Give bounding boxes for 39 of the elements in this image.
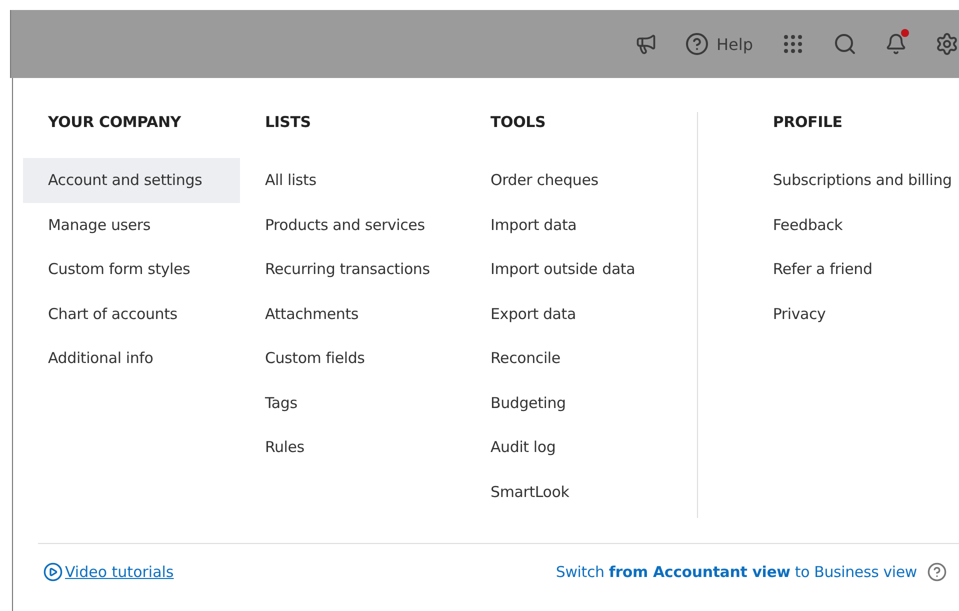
menu-item[interactable]: Chart of accounts [23, 292, 240, 336]
menu-item[interactable]: Subscriptions and billing [748, 158, 959, 202]
menu-item[interactable]: Manage users [23, 202, 240, 247]
menu-item[interactable]: Budgeting [466, 380, 697, 425]
menu-item[interactable]: Rules [240, 425, 466, 470]
menu-item[interactable]: Products and services [240, 202, 466, 247]
grid-icon [781, 32, 805, 56]
video-tutorials-link[interactable]: Video tutorials [43, 562, 174, 582]
menu-item[interactable]: Attachments [240, 292, 466, 336]
menu-item[interactable]: Order cheques [466, 158, 697, 202]
help-icon [684, 32, 709, 56]
settings-icon [935, 32, 959, 56]
menu-item[interactable]: Custom form styles [23, 247, 240, 292]
menu-item[interactable]: Custom fields [240, 336, 466, 380]
menu-item[interactable]: Import outside data [466, 247, 697, 292]
menu-item[interactable]: Export data [466, 292, 697, 336]
help-icon [927, 562, 947, 582]
search-icon [833, 32, 857, 56]
menu-item[interactable]: Recurring transactions [240, 247, 466, 292]
menu-item[interactable]: Additional info [23, 336, 240, 380]
menu-item[interactable]: Feedback [748, 202, 959, 247]
section-heading: LISTS [264, 112, 312, 133]
bell-icon [885, 33, 907, 55]
menu-item[interactable]: All lists [240, 158, 466, 202]
help-button[interactable]: Help [670, 32, 767, 56]
menu-item[interactable]: SmartLook [466, 470, 697, 514]
switch-view-link[interactable]: Switch from Accountant view to Business view [556, 563, 917, 581]
menu-item[interactable]: Tags [240, 380, 466, 425]
menu-item[interactable]: Audit log [466, 425, 697, 470]
section-heading: PROFILE [772, 112, 844, 133]
play-icon [43, 562, 63, 582]
menu-item[interactable]: Account and settings [23, 158, 240, 202]
menu-item[interactable]: Reconcile [466, 336, 697, 380]
section-heading: TOOLS [490, 112, 547, 133]
menu-item[interactable]: Refer a friend [748, 247, 959, 292]
megaphone-icon [634, 33, 657, 55]
menu-item[interactable]: Privacy [748, 292, 959, 336]
menu-item[interactable]: Import data [466, 202, 697, 247]
section-heading: YOUR COMPANY [47, 112, 182, 133]
